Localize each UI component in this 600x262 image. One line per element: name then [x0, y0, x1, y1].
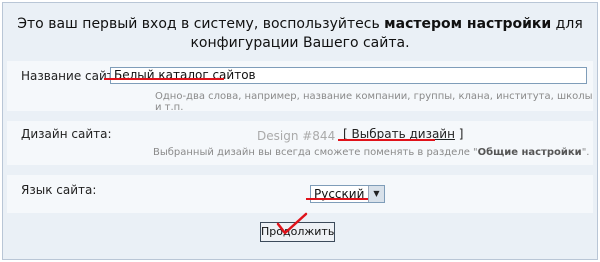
language-label: Язык сайта: — [21, 183, 97, 197]
chevron-down-icon[interactable]: ▼ — [368, 186, 384, 202]
design-hint-after: ". — [581, 147, 590, 158]
bracket-close: ] — [458, 127, 464, 141]
language-section: Язык сайта: Русский ▼ — [7, 175, 593, 213]
design-section: Дизайн сайта: Design #844 [ Выбрать диза… — [7, 121, 593, 165]
site-name-input[interactable]: Белый каталог сайтов — [110, 67, 587, 84]
intro-before: Это ваш первый вход в систему, воспользу… — [17, 16, 385, 32]
site-name-section: Название сайта: Белый каталог сайтов Одн… — [7, 61, 593, 113]
annotation-underline-language — [306, 198, 368, 200]
design-label: Дизайн сайта: — [21, 127, 112, 141]
annotation-underline-design — [338, 139, 435, 141]
site-name-hint: Одно-два слова, например, название компа… — [155, 91, 593, 113]
language-select[interactable]: Русский ▼ — [310, 185, 385, 203]
intro-bold: мастером настройки — [384, 16, 552, 32]
checkmark-icon — [276, 212, 308, 235]
design-hint-before: Выбранный дизайн вы всегда сможете помен… — [153, 147, 478, 158]
design-hint-bold: Общие настройки — [477, 147, 582, 158]
intro-text: Это ваш первый вход в систему, воспользу… — [3, 15, 597, 53]
annotation-underline-name — [104, 78, 224, 80]
current-design: Design #844 — [257, 129, 336, 143]
design-hint: Выбранный дизайн вы всегда сможете помен… — [153, 147, 589, 158]
